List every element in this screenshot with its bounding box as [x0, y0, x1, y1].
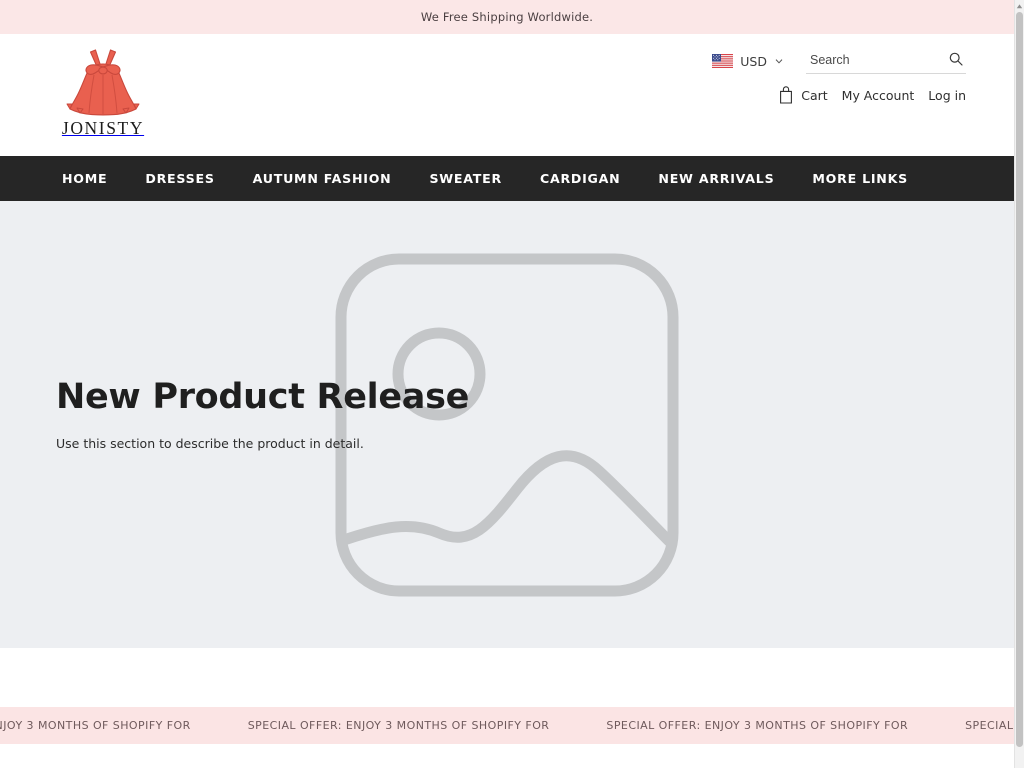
nav-item-more-links[interactable]: MORE LINKS: [812, 171, 908, 186]
marquee-item: SPECIAL OFFER: ENJOY 3 MONTHS OF SHOPIFY…: [247, 719, 550, 732]
logo-link[interactable]: JONISTY: [58, 42, 148, 139]
hero-section: New Product Release Use this section to …: [0, 201, 1014, 648]
vertical-scrollbar[interactable]: [1014, 0, 1024, 768]
cart-link[interactable]: Cart: [778, 86, 828, 104]
us-flag-icon: [712, 54, 734, 68]
shopping-bag-icon: [780, 86, 793, 104]
marquee-item: SPECIAL OFFER: ENJOY 3 MONTHS OF SHOPIFY…: [0, 719, 191, 732]
nav-item-autumn-fashion[interactable]: AUTUMN FASHION: [253, 171, 392, 186]
site-header: JONISTY USD Search Cart My Account Log i…: [0, 34, 1014, 156]
chevron-down-icon: [775, 59, 783, 64]
logo-wordmark: JONISTY: [61, 118, 145, 138]
browser-page: We Free Shipping Worldwide. JONISTY USD …: [0, 0, 1024, 768]
section-spacer: [0, 648, 1014, 707]
search-field[interactable]: [806, 48, 966, 74]
promo-marquee: SPECIAL OFFER: ENJOY 3 MONTHS OF SHOPIFY…: [0, 707, 1014, 744]
dress-icon: [66, 49, 140, 116]
primary-navigation: HOME DRESSES AUTUMN FASHION SWEATER CARD…: [0, 156, 1014, 201]
header-utility-row-bottom: Cart My Account Log in: [706, 86, 966, 104]
marquee-item: SPECIAL OFFER: ENJOY 3 MONTHS OF SHOPIFY…: [606, 719, 909, 732]
nav-item-dresses[interactable]: DRESSES: [145, 171, 214, 186]
page-bottom-spacer: [0, 744, 1014, 768]
currency-code: USD: [740, 53, 767, 69]
cart-label: Cart: [801, 87, 828, 103]
hero-subtitle: Use this section to describe the product…: [56, 436, 364, 451]
search-icon: [949, 52, 963, 66]
header-utilities: USD Search Cart My Account Log in: [706, 46, 966, 104]
log-in-link[interactable]: Log in: [928, 88, 966, 103]
my-account-link[interactable]: My Account: [842, 88, 915, 103]
page-viewport: We Free Shipping Worldwide. JONISTY USD …: [0, 0, 1014, 768]
hero-copy: New Product Release Use this section to …: [56, 377, 469, 451]
nav-item-cardigan[interactable]: CARDIGAN: [540, 171, 620, 186]
announcement-text: We Free Shipping Worldwide.: [420, 10, 594, 24]
hero-title: New Product Release: [56, 377, 470, 417]
scrollbar-thumb[interactable]: [1016, 12, 1023, 747]
header-utility-row-top: USD: [706, 46, 966, 76]
marquee-track: SPECIAL OFFER: ENJOY 3 MONTHS OF SHOPIFY…: [0, 707, 1014, 744]
currency-selector[interactable]: USD: [712, 54, 784, 69]
announcement-bar: We Free Shipping Worldwide.: [0, 0, 1014, 34]
search-submit-button[interactable]: [948, 51, 964, 67]
nav-item-new-arrivals[interactable]: NEW ARRIVALS: [658, 171, 774, 186]
nav-item-sweater[interactable]: SWEATER: [429, 171, 501, 186]
marquee-item: SPECIAL OFFER: ENJOY 3 MONTHS OF SHOPIFY…: [965, 719, 1014, 732]
scroll-up-arrow-icon[interactable]: [1015, 2, 1024, 11]
search-input[interactable]: [806, 52, 938, 69]
nav-item-home[interactable]: HOME: [62, 171, 107, 186]
